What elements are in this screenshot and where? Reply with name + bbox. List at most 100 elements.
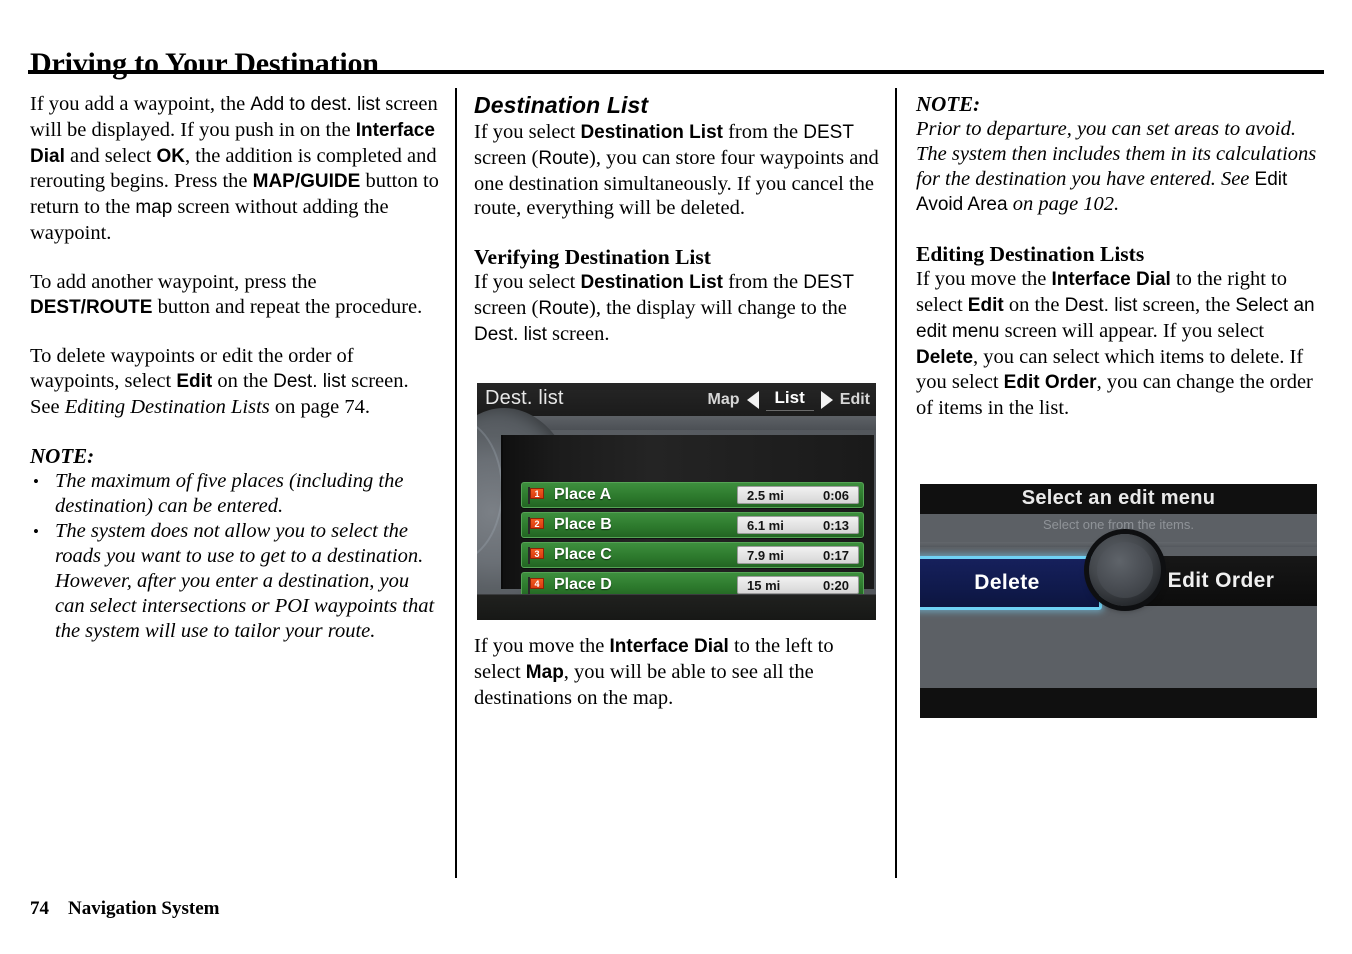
page-title: Driving to Your Destination <box>30 47 379 81</box>
text-run: on page 74. <box>269 395 370 418</box>
page-footer: 74 Navigation System <box>30 898 219 920</box>
nav-list-label[interactable]: List <box>765 388 814 411</box>
paragraph-move-dial-right: If you move the Interface Dial to the ri… <box>916 267 1320 421</box>
ui-term-dest-route: DEST/ROUTE <box>30 296 153 318</box>
text-run: on the <box>1003 293 1065 316</box>
waypoint-name: Place A <box>554 486 612 503</box>
waypoint-flag-icon: 2 <box>528 516 545 534</box>
table-row[interactable]: 3 Place C 7.9 mi 0:17 <box>521 542 864 568</box>
waypoint-number: 1 <box>530 487 544 499</box>
text-run: If you select <box>474 121 581 143</box>
ui-term-delete: Delete <box>916 346 974 368</box>
ui-term-map-guide: MAP/GUIDE <box>252 171 361 193</box>
ui-term-edit: Edit <box>176 371 213 393</box>
dest-list-title: Dest. list <box>485 387 564 409</box>
nav-edit-label[interactable]: Edit <box>840 391 870 409</box>
note-item: The system does not allow you to select … <box>30 519 442 644</box>
subheading-editing-destination-lists: Editing Destination Lists <box>916 242 1145 267</box>
edit-order-button-label: Edit Order <box>1167 569 1275 592</box>
waypoint-distance: 15 mi <box>747 577 781 593</box>
column-divider-1 <box>455 88 457 878</box>
edit-menu-footer-bar <box>920 688 1317 718</box>
ui-term-route: Route <box>538 297 590 319</box>
ui-term-destination-list: Destination List <box>580 122 723 143</box>
screenshot-select-edit-menu: Select an edit menu Select one from the … <box>920 484 1317 718</box>
text-run: To add another waypoint, press the <box>30 270 317 293</box>
delete-button[interactable]: Delete <box>920 556 1102 610</box>
table-row[interactable]: 1 Place A 2.5 mi 0:06 <box>521 482 864 508</box>
waypoint-name: Place D <box>554 576 612 593</box>
dest-list-nav: Map List Edit <box>708 388 870 411</box>
paragraph-verifying: If you select Destination List from the … <box>474 270 882 347</box>
waypoint-meta: 15 mi 0:20 <box>737 576 859 594</box>
note-body-col3: Prior to departure, you can set areas to… <box>916 117 1320 218</box>
note-label-col3: NOTE: <box>916 92 981 116</box>
ui-term-route: Route <box>538 147 590 169</box>
waypoint-flag-icon: 3 <box>528 546 545 564</box>
column-2-lower: If you move the Interface Dial to the le… <box>474 634 882 710</box>
dest-list-body: 1 Place A 2.5 mi 0:06 2 Place B 6.1 mi 0… <box>477 408 876 620</box>
ui-term-dest-list: Dest. list <box>474 323 547 345</box>
dest-list-title-bar: Dest. list Map List Edit <box>477 383 876 416</box>
text-run: ), the display will change to the <box>589 296 847 319</box>
ui-term-add-to-dest-list: Add to dest. list <box>250 94 381 115</box>
text-run: If you select <box>474 271 581 294</box>
arrow-right-icon[interactable] <box>820 390 833 409</box>
note-label-col1: NOTE: <box>30 443 95 468</box>
screenshot-dest-list: Dest. list Map List Edit 1 Place A 2.5 m… <box>477 383 876 620</box>
text-run: from the <box>722 121 804 143</box>
text-run: screen. <box>546 322 610 345</box>
ui-term-interface-dial: Interface Dial <box>1051 269 1171 291</box>
waypoint-number: 2 <box>530 517 544 529</box>
nav-map-label[interactable]: Map <box>708 391 740 409</box>
waypoint-flag-icon: 4 <box>528 576 545 594</box>
text-run: from the <box>722 271 804 294</box>
text-run: If you add a waypoint, the <box>30 93 251 115</box>
ui-term-interface-dial: Interface Dial <box>609 636 729 657</box>
interface-dial-ring <box>477 418 503 562</box>
waypoint-time: 0:06 <box>822 487 849 503</box>
delete-button-label: Delete <box>974 571 1040 594</box>
arrow-left-icon[interactable] <box>746 390 759 409</box>
subheading-verifying-destination-list: Verifying Destination List <box>474 245 711 270</box>
waypoint-time: 0:17 <box>822 547 849 563</box>
waypoint-number: 3 <box>530 547 544 559</box>
waypoint-number: 4 <box>530 577 544 589</box>
text-run: on the <box>212 370 274 393</box>
text-run: screen ( <box>474 296 539 319</box>
text-run: screen ( <box>474 146 539 169</box>
column-2: Destination List If you select Destinati… <box>474 92 882 348</box>
footer-section-name: Navigation System <box>68 898 220 919</box>
interface-dial-knob-icon[interactable] <box>1089 534 1161 606</box>
waypoint-distance: 6.1 mi <box>747 517 784 533</box>
text-run: and select <box>64 144 157 167</box>
ui-term-map: map <box>135 197 173 219</box>
waypoint-flag-icon: 1 <box>528 486 545 504</box>
edit-menu-subtitle: Select one from the items. <box>1042 517 1194 532</box>
edit-menu-title: Select an edit menu <box>1021 487 1216 509</box>
text-run: screen will appear. If you select <box>999 319 1265 342</box>
ui-term-dest: DEST <box>803 122 854 143</box>
waypoint-time: 0:13 <box>822 517 849 533</box>
waypoint-distance: 7.9 mi <box>747 547 784 563</box>
waypoint-meta: 7.9 mi 0:17 <box>737 546 859 564</box>
text-run: button and repeat the procedure. <box>152 295 423 318</box>
ui-term-dest-list: Dest. list <box>1064 294 1138 316</box>
paragraph-move-dial-left: If you move the Interface Dial to the le… <box>474 634 882 710</box>
ui-term-edit-order: Edit Order <box>1003 372 1097 394</box>
table-row[interactable]: 2 Place B 6.1 mi 0:13 <box>521 512 864 538</box>
waypoint-time: 0:20 <box>822 577 849 593</box>
paragraph-add-waypoint: If you add a waypoint, the Add to dest. … <box>30 92 442 246</box>
text-run: on page 102. <box>1007 193 1120 216</box>
footer-page-number: 74 <box>30 898 49 919</box>
waypoint-name: Place C <box>554 546 612 563</box>
text-run: If you move the <box>474 635 610 657</box>
paragraph-add-another-waypoint: To add another waypoint, press the DEST/… <box>30 270 442 321</box>
waypoint-meta: 2.5 mi 0:06 <box>737 486 859 504</box>
ui-term-dest: DEST <box>803 272 854 294</box>
ui-term-ok: OK <box>156 145 186 167</box>
ui-term-edit: Edit <box>967 294 1004 316</box>
cross-reference: Editing Destination Lists <box>64 395 270 418</box>
waypoint-distance: 2.5 mi <box>747 487 784 503</box>
note-list-col1: The maximum of five places (including th… <box>30 469 442 644</box>
